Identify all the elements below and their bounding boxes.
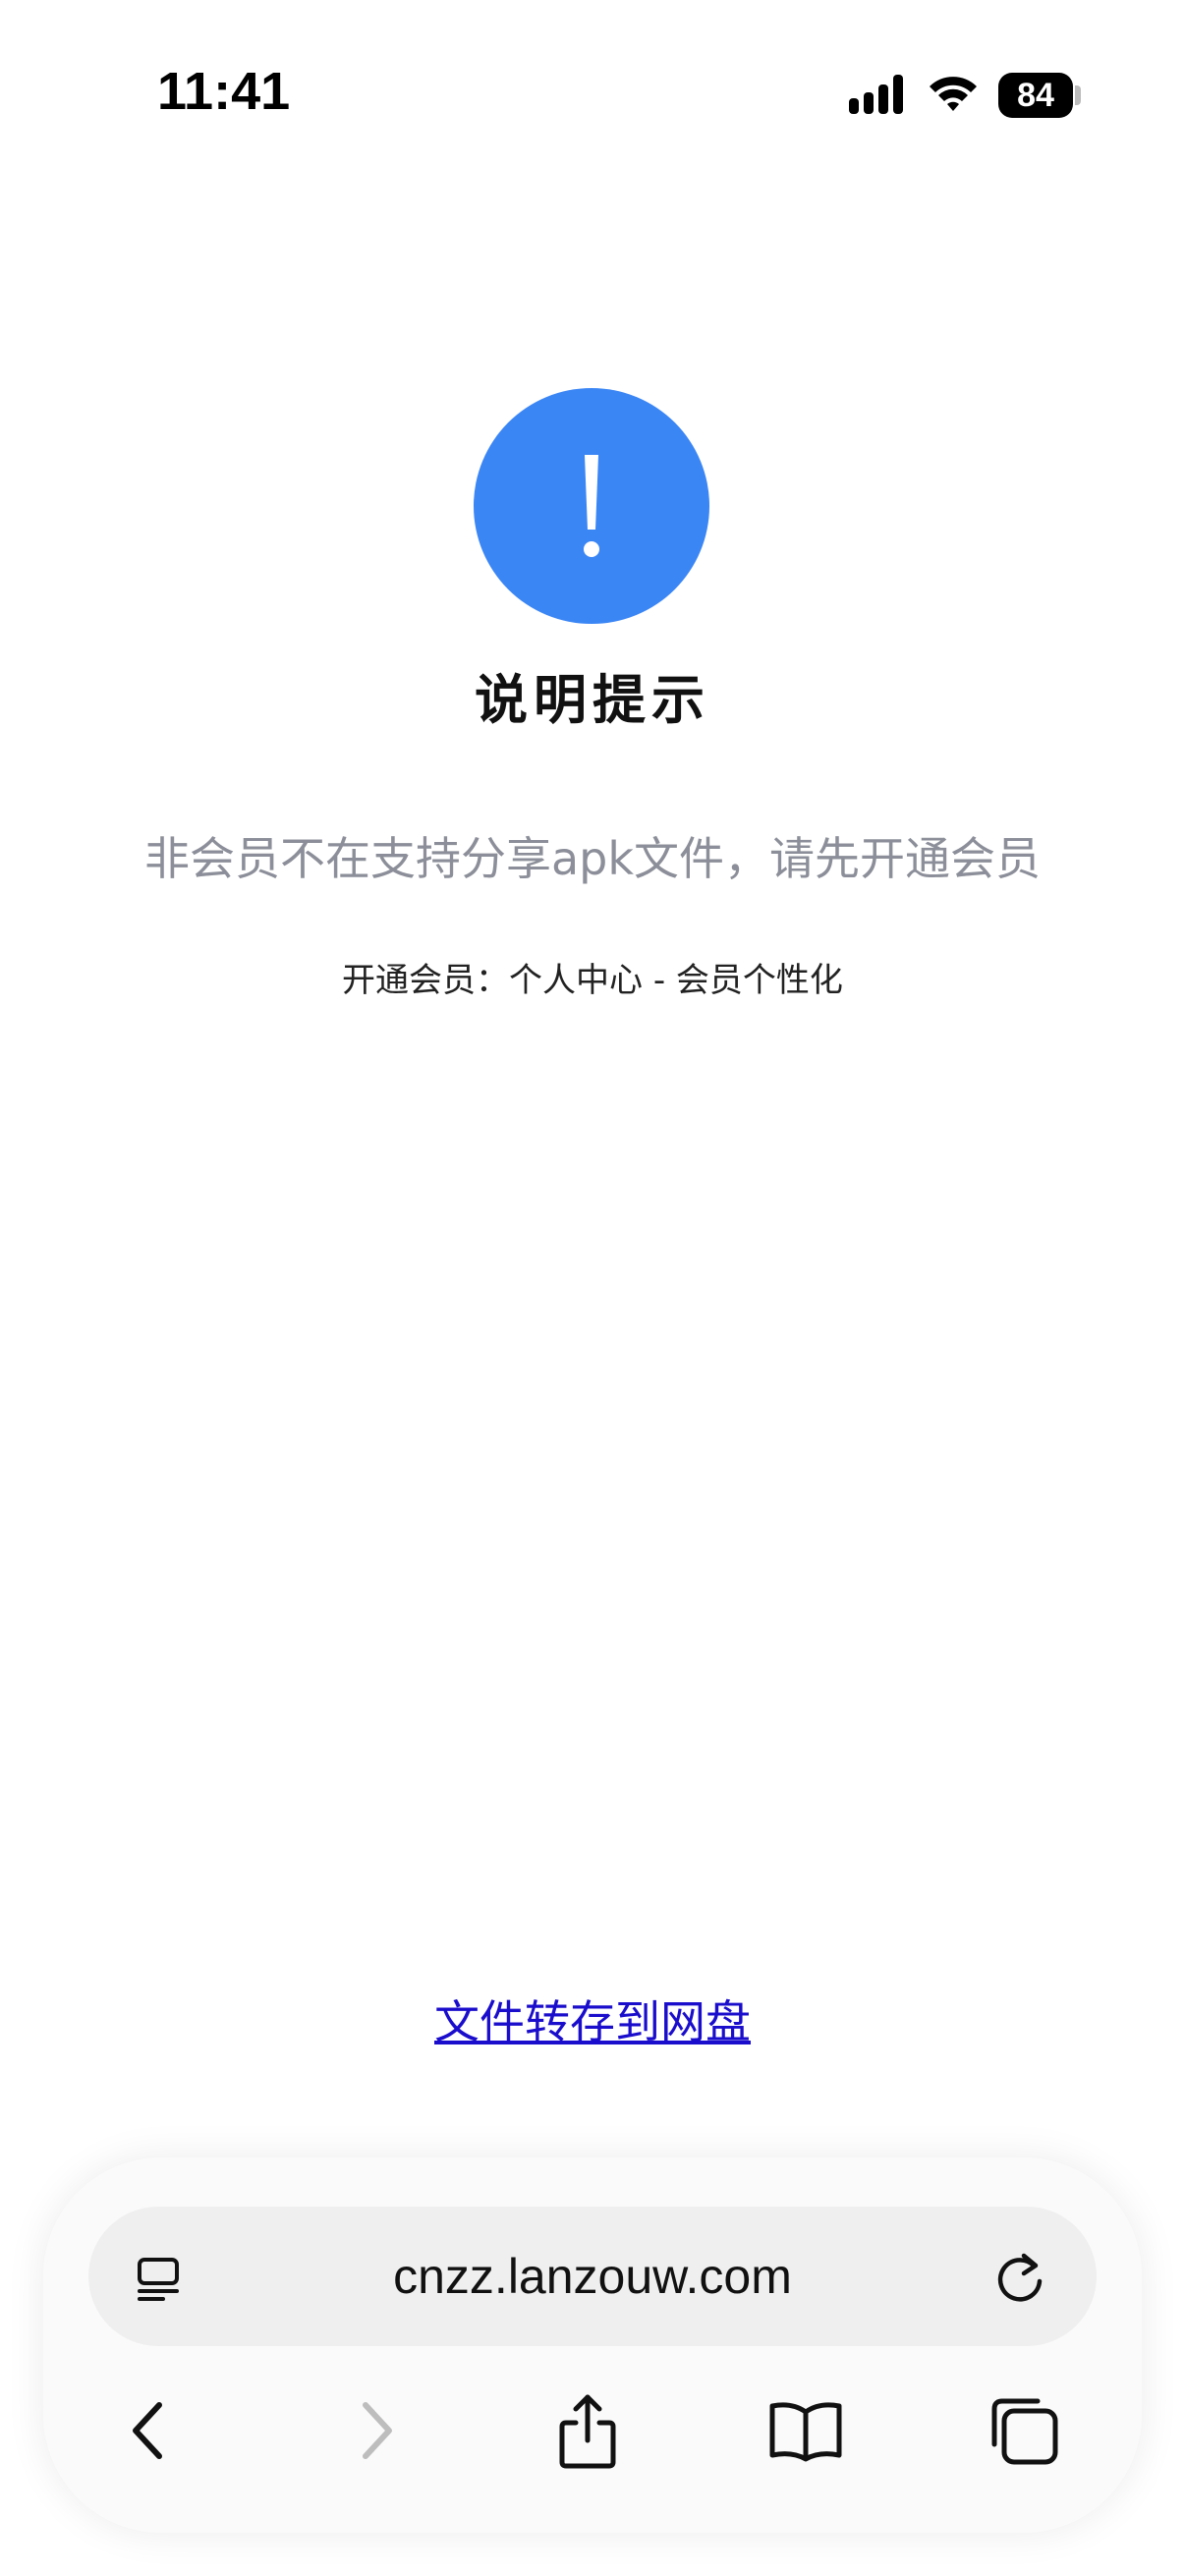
status-time: 11:41 [157,62,291,121]
share-button[interactable] [538,2381,637,2480]
browser-bottom-bar: cnzz.lanzouw.com [43,2157,1142,2533]
share-icon [559,2394,616,2469]
alert-title: 说明提示 [475,669,710,731]
forward-icon [363,2402,392,2459]
back-icon [133,2402,162,2459]
save-to-cloud-link[interactable]: 文件转存到网盘 [0,1987,1185,2051]
back-button[interactable] [98,2381,197,2480]
page: 11:41 84 说明提示 非会员不在支持分享apk文件，请先开通会员 开通会员… [0,0,1185,2576]
bookmarks-icon [769,2402,842,2462]
alert-icon-circle [474,388,709,624]
signal-icon [849,75,903,114]
status-bar: 11:41 84 [0,0,1185,187]
membership-hint: 开通会员：个人中心 - 会员个性化 [342,961,843,1000]
forward-button[interactable] [328,2381,426,2480]
bookmarks-button[interactable] [757,2381,855,2480]
tabs-button[interactable] [975,2381,1073,2480]
tabs-icon [991,2398,1058,2465]
address-bar[interactable]: cnzz.lanzouw.com [88,2207,1097,2346]
reload-icon[interactable] [994,2248,1049,2307]
alert-message: 非会员不在支持分享apk文件，请先开通会员 [143,832,1042,885]
url-text[interactable]: cnzz.lanzouw.com [88,2207,1097,2346]
wifi-icon [930,77,977,111]
battery-cap [1075,85,1081,105]
battery-icon: 84 [998,73,1073,118]
exclamation-icon [584,455,599,557]
reader-mode-icon[interactable] [134,2254,183,2303]
